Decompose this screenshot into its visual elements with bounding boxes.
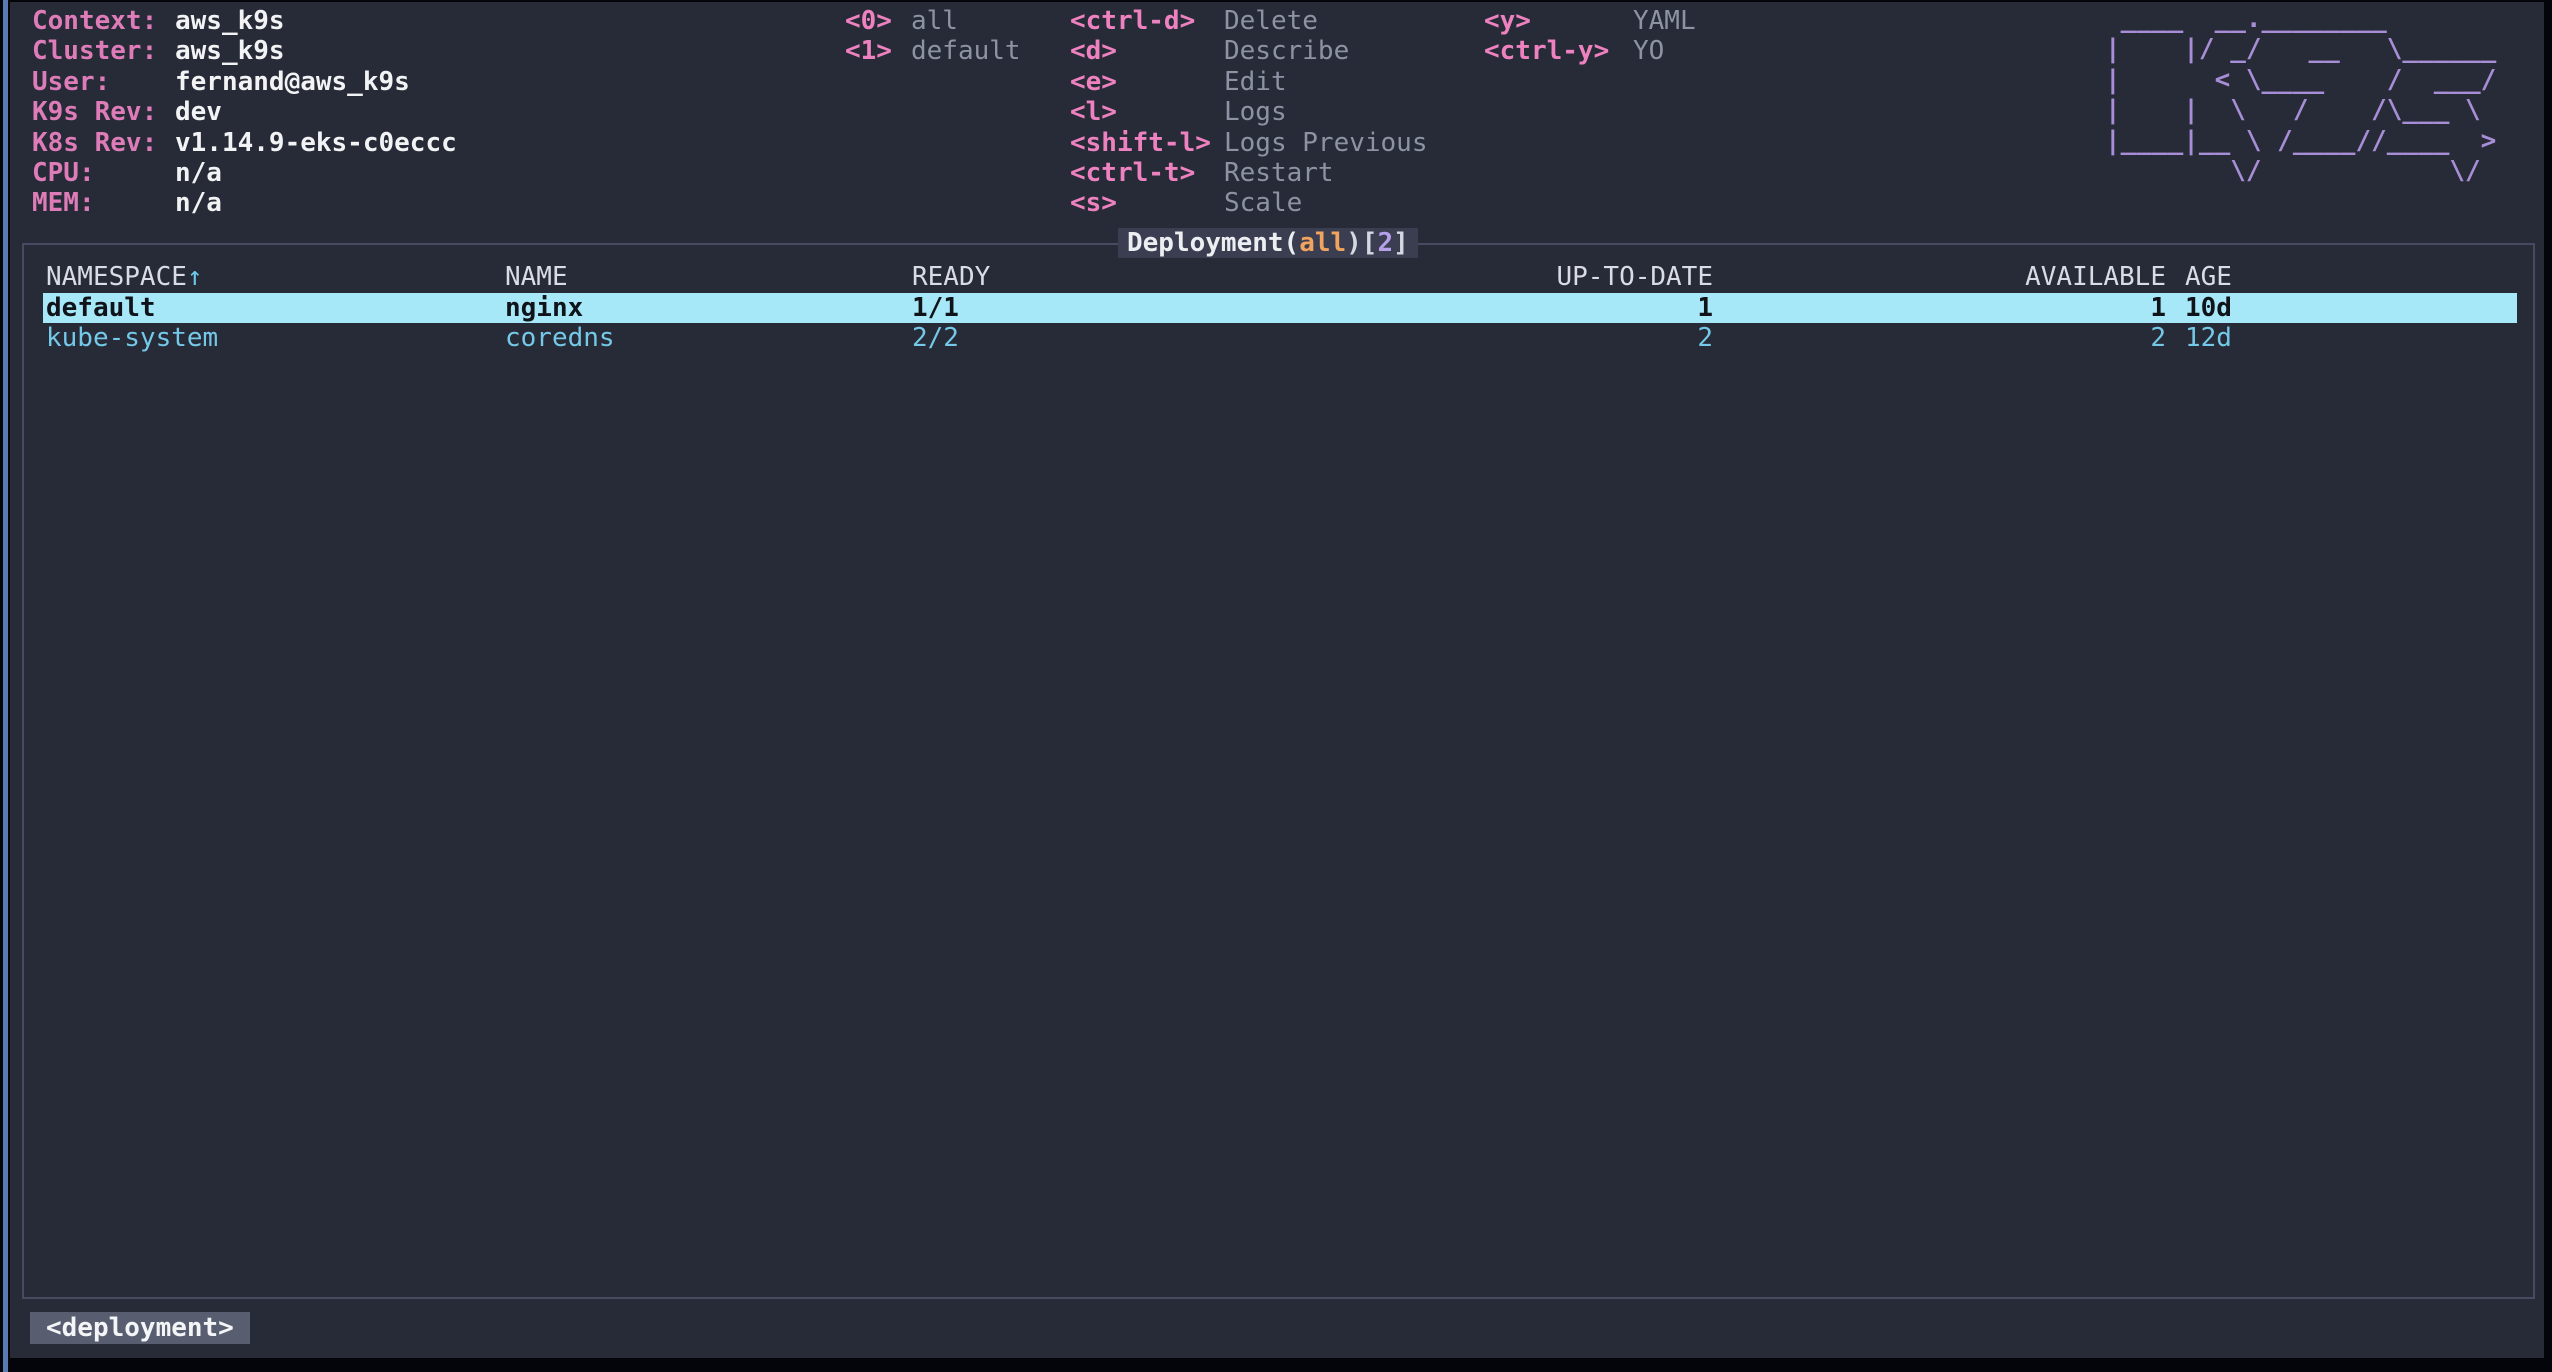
hotkey-row: <shift-l>Logs Previous xyxy=(1070,128,1428,158)
cell-available: 1 xyxy=(1713,293,2166,323)
namespace-hotkeys: <0>all <1>default xyxy=(845,6,1021,67)
column-header-age: AGE xyxy=(2166,262,2517,292)
resource-title-namespace: all xyxy=(1299,228,1346,258)
cell-ready: 1/1 xyxy=(912,293,1460,323)
hotkey-row: <e>Edit xyxy=(1070,67,1428,97)
cluster-info-row: User:fernand@aws_k9s xyxy=(32,67,457,97)
action-hotkeys: <ctrl-d>Delete <d>Describe <e>Edit <l>Lo… xyxy=(1070,6,1428,219)
hotkey-key: <ctrl-t> xyxy=(1070,158,1224,188)
hotkey-label: Describe xyxy=(1224,36,1349,66)
hotkey-row: <ctrl-d>Delete xyxy=(1070,6,1428,36)
cluster-info-row: K9s Rev:dev xyxy=(32,97,457,127)
column-header-label: NAMESPACE xyxy=(46,262,187,292)
cluster-info-row: Cluster:aws_k9s xyxy=(32,36,457,66)
breadcrumb: <deployment> xyxy=(30,1312,250,1344)
table-row-selected[interactable]: default nginx 1/1 1 1 10d xyxy=(43,293,2517,323)
hotkey-key: <l> xyxy=(1070,97,1224,127)
hotkey-key: <ctrl-y> xyxy=(1484,36,1633,66)
table-frame xyxy=(22,243,2535,1299)
cluster-info-value: dev xyxy=(175,97,222,127)
hotkey-row: <ctrl-y>YO xyxy=(1484,36,1696,66)
column-header-available: AVAILABLE xyxy=(1713,262,2166,292)
hotkey-key: <e> xyxy=(1070,67,1224,97)
cluster-info-label: Context: xyxy=(32,6,175,36)
resource-title-prefix: Deployment( xyxy=(1127,228,1299,258)
resource-title-badge: Deployment(all)[2] xyxy=(1118,228,1418,258)
hotkey-row: <l>Logs xyxy=(1070,97,1428,127)
hotkey-label: all xyxy=(911,6,958,36)
cell-name: coredns xyxy=(505,323,912,353)
hotkey-row: <0>all xyxy=(845,6,1021,36)
hotkey-label: Edit xyxy=(1224,67,1287,97)
hotkey-label: Delete xyxy=(1224,6,1318,36)
hotkey-key: <1> xyxy=(845,36,911,66)
window-edge-accent xyxy=(3,0,8,1372)
hotkey-label: Logs Previous xyxy=(1224,128,1428,158)
cluster-info-label: Cluster: xyxy=(32,36,175,66)
hotkey-key: <ctrl-d> xyxy=(1070,6,1224,36)
breadcrumb-deployment[interactable]: <deployment> xyxy=(30,1312,250,1344)
cell-available: 2 xyxy=(1713,323,2166,353)
cluster-info-value: fernand@aws_k9s xyxy=(175,67,410,97)
column-header-up-to-date: UP-TO-DATE xyxy=(1460,262,1713,292)
cluster-info-value: n/a xyxy=(175,188,222,218)
hotkey-key: <s> xyxy=(1070,188,1224,218)
cell-name: nginx xyxy=(505,293,912,323)
cell-ready: 2/2 xyxy=(912,323,1460,353)
cell-namespace: default xyxy=(43,293,505,323)
hotkey-row: <ctrl-t>Restart xyxy=(1070,158,1428,188)
resource-title-mid: )[ xyxy=(1346,228,1377,258)
column-header-ready: READY xyxy=(912,262,1460,292)
hotkey-key: <shift-l> xyxy=(1070,128,1224,158)
hotkey-row: <d>Describe xyxy=(1070,36,1428,66)
hotkey-label: Logs xyxy=(1224,97,1287,127)
cell-age: 10d xyxy=(2166,293,2517,323)
cell-up-to-date: 1 xyxy=(1460,293,1713,323)
cluster-info-row: K8s Rev:v1.14.9-eks-c0eccc xyxy=(32,128,457,158)
resource-title-suffix: ] xyxy=(1393,228,1409,258)
table-row[interactable]: kube-system coredns 2/2 2 2 12d xyxy=(43,323,2517,353)
cluster-info-label: K9s Rev: xyxy=(32,97,175,127)
cluster-info-panel: Context:aws_k9s Cluster:aws_k9s User:fer… xyxy=(32,6,457,219)
cluster-info-value: n/a xyxy=(175,158,222,188)
cluster-info-label: MEM: xyxy=(32,188,175,218)
cell-up-to-date: 2 xyxy=(1460,323,1713,353)
cell-age: 12d xyxy=(2166,323,2517,353)
cluster-info-row: MEM:n/a xyxy=(32,188,457,218)
hotkey-label: default xyxy=(911,36,1021,66)
hotkey-key: <y> xyxy=(1484,6,1633,36)
column-header-name: NAME xyxy=(505,262,912,292)
hotkey-row: <y>YAML xyxy=(1484,6,1696,36)
hotkey-label: Scale xyxy=(1224,188,1302,218)
cluster-info-value: v1.14.9-eks-c0eccc xyxy=(175,128,457,158)
column-header-namespace: NAMESPACE↑ xyxy=(43,262,505,292)
hotkey-row: <s>Scale xyxy=(1070,188,1428,218)
table-header-row: NAMESPACE↑ NAME READY UP-TO-DATE AVAILAB… xyxy=(43,262,2517,292)
hotkey-key: <0> xyxy=(845,6,911,36)
hotkey-label: YAML xyxy=(1633,6,1696,36)
hotkey-row: <1>default xyxy=(845,36,1021,66)
k9s-terminal: Context:aws_k9s Cluster:aws_k9s User:fer… xyxy=(0,0,2552,1372)
cluster-info-row: Context:aws_k9s xyxy=(32,6,457,36)
sort-ascending-icon: ↑ xyxy=(187,262,203,292)
k9s-logo: ____ __.________ | |/ _/ __ \______ | < … xyxy=(2105,4,2496,186)
hotkey-label: YO xyxy=(1633,36,1664,66)
yaml-hotkeys: <y>YAML <ctrl-y>YO xyxy=(1484,6,1696,67)
cluster-info-value: aws_k9s xyxy=(175,36,285,66)
cluster-info-label: User: xyxy=(32,67,175,97)
hotkey-key: <d> xyxy=(1070,36,1224,66)
cluster-info-label: CPU: xyxy=(32,158,175,188)
hotkey-label: Restart xyxy=(1224,158,1334,188)
cluster-info-label: K8s Rev: xyxy=(32,128,175,158)
resource-title-count: 2 xyxy=(1377,228,1393,258)
cell-namespace: kube-system xyxy=(43,323,505,353)
cluster-info-value: aws_k9s xyxy=(175,6,285,36)
terminal-viewport: Context:aws_k9s Cluster:aws_k9s User:fer… xyxy=(10,2,2544,1358)
cluster-info-row: CPU:n/a xyxy=(32,158,457,188)
